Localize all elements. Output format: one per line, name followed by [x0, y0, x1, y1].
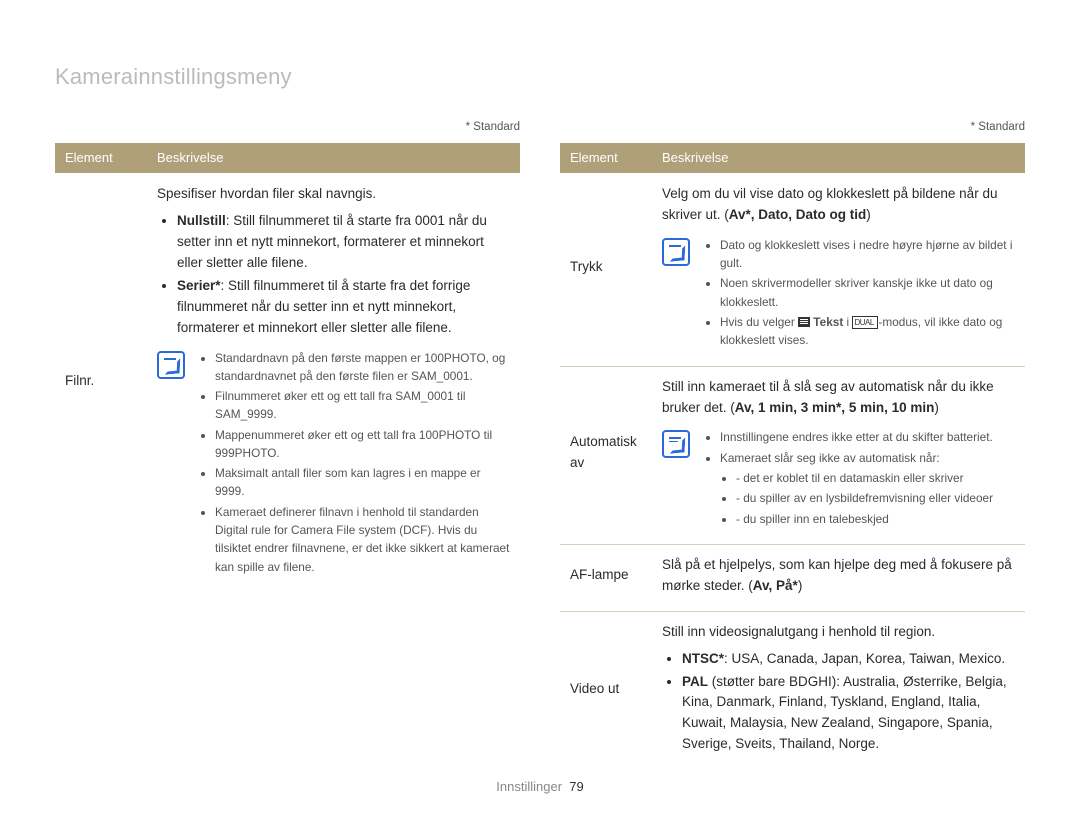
text: ) — [934, 400, 939, 415]
bullet-text: : USA, Canada, Japan, Korea, Taiwan, Mex… — [724, 651, 1005, 666]
col-header-description: Beskrivelse — [147, 143, 520, 174]
desc-af-lampe: Slå på et hjelpelys, som kan hjelpe deg … — [652, 544, 1025, 611]
desc-video-ut: Still inn videosignalutgang i henhold ti… — [652, 611, 1025, 771]
col-header-element: Element — [560, 143, 652, 174]
label-automatisk-av: Automatisk av — [560, 366, 652, 544]
label-af-lampe: AF-lampe — [560, 544, 652, 611]
text: Hvis du velger — [720, 315, 798, 329]
note-item: Noen skrivermodeller skriver kanskje ikk… — [720, 274, 1015, 311]
filnr-bullet-serier: Serier*: Still filnummeret til å starte … — [177, 276, 510, 339]
note-icon — [662, 430, 690, 458]
text: ) — [866, 207, 871, 222]
row-trykk: Trykk Velg om du vil vise dato og klokke… — [560, 174, 1025, 367]
note-item: Dato og klokkeslett vises i nedre høyre … — [720, 236, 1015, 273]
options: Av*, Dato, Dato og tid — [729, 207, 867, 222]
text: Slå på et hjelpelys, som kan hjelpe deg … — [662, 557, 1012, 593]
video-bullet-ntsc: NTSC*: USA, Canada, Japan, Korea, Taiwan… — [682, 649, 1015, 670]
filnr-intro: Spesifiser hvordan filer skal navngis. — [157, 186, 376, 201]
note-item: Maksimalt antall filer som kan lagres i … — [215, 464, 510, 501]
note-item-special: Hvis du velger Tekst i -modus, vil ikke … — [720, 313, 1015, 350]
row-af-lampe: AF-lampe Slå på et hjelpelys, som kan hj… — [560, 544, 1025, 611]
filnr-note: Standardnavn på den første mappen er 100… — [157, 349, 510, 578]
label-filnr: Filnr. — [55, 174, 147, 592]
note-content: Standardnavn på den første mappen er 100… — [199, 349, 510, 578]
bullet-suffix: (støtter bare BDGHI) — [708, 674, 836, 689]
note-item: Filnummeret øker ett og ett tall fra SAM… — [215, 387, 510, 424]
desc-trykk: Velg om du vil vise dato og klokkeslett … — [652, 174, 1025, 367]
row-filnr: Filnr. Spesifiser hvordan filer skal nav… — [55, 174, 520, 592]
settings-table-left: Element Beskrivelse Filnr. Spesifiser hv… — [55, 143, 520, 592]
video-bullet-pal: PAL (støtter bare BDGHI): Australia, Øst… — [682, 672, 1015, 756]
text: Tekst — [810, 315, 847, 329]
text: Still inn videosignalutgang i henhold ti… — [662, 624, 935, 639]
bullet-text: : Still filnummeret til å starte fra det… — [177, 278, 470, 335]
bullet-strong: PAL — [682, 674, 708, 689]
content-columns: * Standard Element Beskrivelse Filnr. Sp… — [55, 119, 1025, 771]
note-item: Innstillingene endres ikke etter at du s… — [720, 428, 993, 446]
desc-automatisk-av: Still inn kameraet til å slå seg av auto… — [652, 366, 1025, 544]
left-column: * Standard Element Beskrivelse Filnr. Sp… — [55, 119, 520, 771]
note-item: Kameraet definerer filnavn i henhold til… — [215, 503, 510, 576]
bullet-strong: NTSC* — [682, 651, 724, 666]
text: Kameraet slår seg ikke av automatisk når… — [720, 451, 940, 465]
note-item: Kameraet slår seg ikke av automatisk når… — [720, 449, 993, 528]
standard-note-right: * Standard — [560, 119, 1025, 137]
note-item: Mappenummeret øker ett og ett tall fra 1… — [215, 426, 510, 463]
page-title: Kamerainnstillingsmeny — [55, 60, 1025, 94]
bullet-strong: Nullstill — [177, 213, 226, 228]
footer-page-number: 79 — [569, 779, 583, 794]
text: ) — [798, 578, 803, 593]
note-item: Standardnavn på den første mappen er 100… — [215, 349, 510, 386]
sub-item: det er koblet til en datamaskin eller sk… — [736, 469, 993, 487]
auto-note: Innstillingene endres ikke etter at du s… — [662, 428, 1015, 529]
options: Av, På* — [753, 578, 798, 593]
row-video-ut: Video ut Still inn videosignalutgang i h… — [560, 611, 1025, 771]
page-footer: Innstillinger 79 — [0, 777, 1080, 797]
col-header-description: Beskrivelse — [652, 143, 1025, 174]
settings-table-right: Element Beskrivelse Trykk Velg om du vil… — [560, 143, 1025, 771]
options: Av, 1 min, 3 min*, 5 min, 10 min — [735, 400, 935, 415]
standard-note-left: * Standard — [55, 119, 520, 137]
note-content: Innstillingene endres ikke etter at du s… — [704, 428, 993, 529]
label-trykk: Trykk — [560, 174, 652, 367]
footer-section: Innstillinger — [496, 779, 562, 794]
filnr-bullet-nullstill: Nullstill: Still filnummeret til å start… — [177, 211, 510, 274]
dual-mode-icon — [852, 316, 878, 329]
desc-filnr: Spesifiser hvordan filer skal navngis. N… — [147, 174, 520, 592]
note-content: Dato og klokkeslett vises i nedre høyre … — [704, 236, 1015, 352]
sub-item: du spiller av en lysbildefremvisning ell… — [736, 489, 993, 507]
row-automatisk-av: Automatisk av Still inn kameraet til å s… — [560, 366, 1025, 544]
bullet-strong: Serier* — [177, 278, 221, 293]
label-video-ut: Video ut — [560, 611, 652, 771]
note-icon — [157, 351, 185, 379]
menu-icon — [798, 317, 810, 327]
col-header-element: Element — [55, 143, 147, 174]
trykk-note: Dato og klokkeslett vises i nedre høyre … — [662, 236, 1015, 352]
right-column: * Standard Element Beskrivelse Trykk Vel… — [560, 119, 1025, 771]
note-icon — [662, 238, 690, 266]
sub-item: du spiller inn en talebeskjed — [736, 510, 993, 528]
